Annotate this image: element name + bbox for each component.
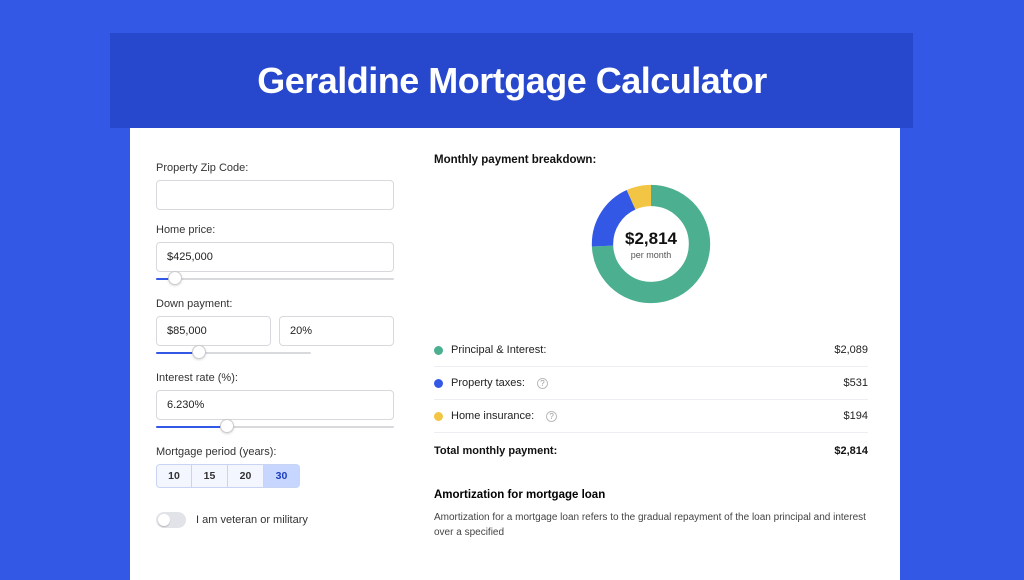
dot-principal-icon [434, 346, 443, 355]
form-column: Property Zip Code: Home price: Down paym… [156, 154, 394, 540]
legend-value: $194 [844, 410, 868, 422]
legend-row-principal: Principal & Interest: $2,089 [434, 334, 868, 367]
down-payment-pct-input[interactable] [279, 316, 394, 346]
amortization-title: Amortization for mortgage loan [434, 489, 868, 501]
total-row: Total monthly payment: $2,814 [434, 433, 868, 461]
breakdown-column: Monthly payment breakdown: $2,814 per mo… [434, 154, 868, 540]
zip-field [156, 180, 394, 210]
breakdown-title: Monthly payment breakdown: [434, 154, 868, 166]
legend-label: Home insurance: [451, 410, 534, 422]
legend-value: $2,089 [834, 344, 868, 356]
interest-slider[interactable] [156, 422, 394, 432]
page-title: Geraldine Mortgage Calculator [0, 60, 1024, 102]
home-price-field [156, 242, 394, 272]
info-icon[interactable]: ? [546, 411, 557, 422]
down-payment-slider[interactable] [156, 348, 311, 358]
total-value: $2,814 [834, 445, 868, 457]
amortization-text: Amortization for a mortgage loan refers … [434, 511, 868, 540]
veteran-row: I am veteran or military [156, 512, 394, 528]
donut-center-sub: per month [631, 250, 672, 260]
donut-center-value: $2,814 [625, 229, 677, 249]
period-30[interactable]: 30 [264, 464, 300, 488]
veteran-label: I am veteran or military [196, 514, 308, 526]
home-price-label: Home price: [156, 224, 394, 236]
down-payment-pct-field [279, 316, 394, 346]
total-label: Total monthly payment: [434, 445, 557, 457]
period-label: Mortgage period (years): [156, 446, 394, 458]
legend-row-insurance: Home insurance: ? $194 [434, 400, 868, 433]
slider-thumb[interactable] [168, 271, 182, 285]
zip-input[interactable] [156, 180, 394, 210]
dot-taxes-icon [434, 379, 443, 388]
legend-label: Principal & Interest: [451, 344, 546, 356]
slider-thumb[interactable] [220, 419, 234, 433]
period-20[interactable]: 20 [228, 464, 264, 488]
dot-insurance-icon [434, 412, 443, 421]
info-icon[interactable]: ? [537, 378, 548, 389]
home-price-slider[interactable] [156, 274, 394, 284]
down-payment-label: Down payment: [156, 298, 394, 310]
slider-thumb[interactable] [192, 345, 206, 359]
legend: Principal & Interest: $2,089 Property ta… [434, 334, 868, 461]
period-15[interactable]: 15 [192, 464, 228, 488]
donut-chart: $2,814 per month [434, 180, 868, 308]
legend-row-taxes: Property taxes: ? $531 [434, 367, 868, 400]
legend-value: $531 [844, 377, 868, 389]
legend-label: Property taxes: [451, 377, 525, 389]
calculator-card: Property Zip Code: Home price: Down paym… [130, 128, 900, 580]
interest-field [156, 390, 394, 420]
down-payment-input[interactable] [156, 316, 271, 346]
veteran-toggle[interactable] [156, 512, 186, 528]
zip-label: Property Zip Code: [156, 162, 394, 174]
down-payment-field [156, 316, 271, 346]
interest-input[interactable] [156, 390, 394, 420]
home-price-input[interactable] [156, 242, 394, 272]
period-10[interactable]: 10 [156, 464, 192, 488]
interest-label: Interest rate (%): [156, 372, 394, 384]
period-buttons: 10 15 20 30 [156, 464, 394, 488]
